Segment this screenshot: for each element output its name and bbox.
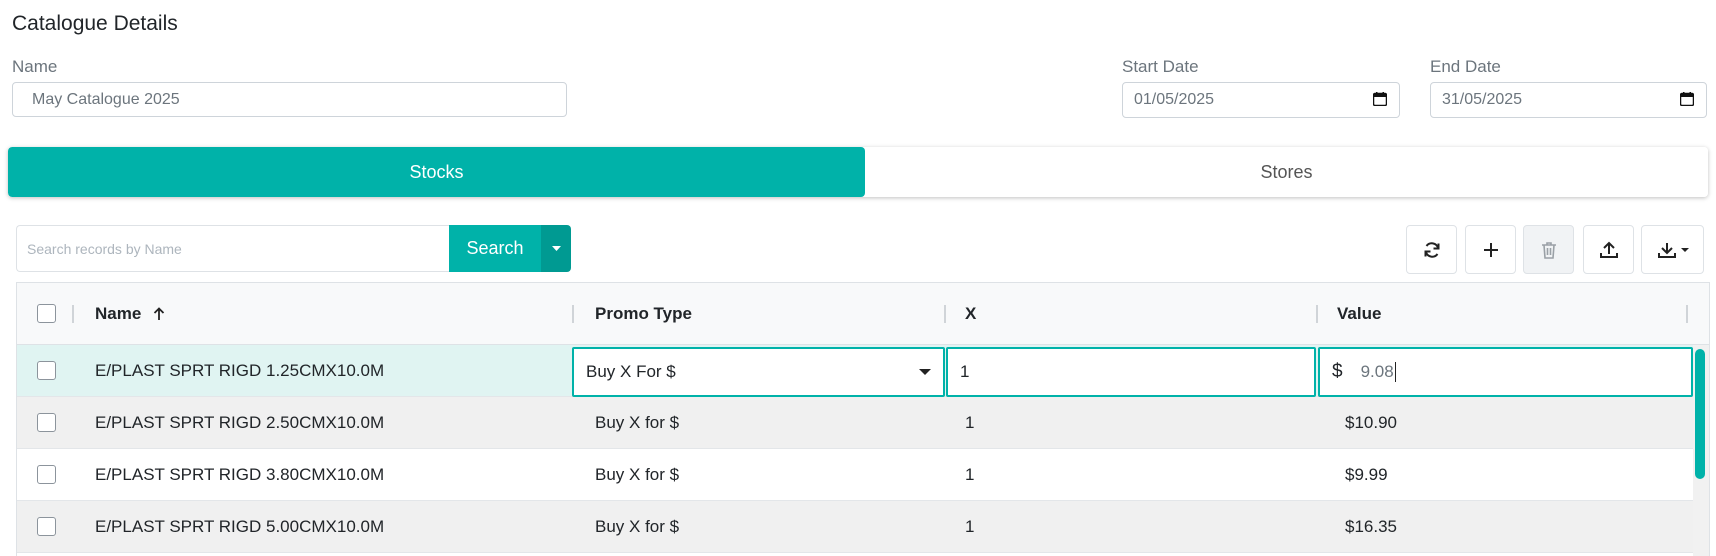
row-checkbox[interactable] (37, 465, 56, 484)
column-separator (572, 305, 574, 323)
start-date-label: Start Date (1122, 57, 1199, 76)
row-checkbox[interactable] (37, 413, 56, 432)
upload-icon (1599, 241, 1618, 258)
end-date-input[interactable]: 31/05/2025 (1430, 82, 1707, 118)
column-separator (1686, 305, 1688, 323)
promo-type-select-value: Buy X For $ (586, 362, 676, 381)
row-checkbox[interactable] (37, 517, 56, 536)
table-row[interactable]: E/PLAST SPRT RIGD 3.80CMX10.0M Buy X for… (17, 449, 1693, 501)
tab-stores[interactable]: Stores (865, 147, 1708, 197)
search-placeholder: Search records by Name (27, 240, 182, 257)
column-header-x[interactable]: X (965, 283, 976, 345)
start-date-value: 01/05/2025 (1134, 91, 1215, 108)
column-header-name[interactable]: Name (95, 283, 165, 345)
refresh-icon (1424, 241, 1439, 258)
column-header-name-label: Name (95, 304, 142, 323)
promo-type-select[interactable]: Buy X For $ (572, 347, 945, 397)
cell-promo-type: Buy X for $ (595, 412, 680, 432)
cell-value: $9.99 (1345, 464, 1388, 484)
search-input[interactable]: Search records by Name (16, 225, 450, 272)
cell-x: 1 (965, 412, 975, 432)
cell-name: E/PLAST SPRT RIGD 3.80CMX10.0M (95, 464, 385, 484)
value-input[interactable]: $ 9.08 (1318, 347, 1693, 397)
column-separator (72, 305, 74, 323)
page-title: Catalogue Details (12, 12, 178, 35)
search-options-button[interactable] (541, 225, 571, 272)
currency-prefix: $ (1332, 361, 1343, 382)
cell-name: E/PLAST SPRT RIGD 2.50CMX10.0M (95, 412, 385, 432)
download-button[interactable] (1641, 225, 1704, 274)
cell-x: 1 (965, 464, 975, 484)
end-date-value: 31/05/2025 (1442, 91, 1523, 108)
add-button[interactable] (1465, 225, 1516, 274)
value-input-value: 9.08 (1360, 362, 1394, 381)
calendar-icon[interactable] (1373, 92, 1387, 106)
table-row[interactable]: E/PLAST SPRT RIGD 5.00CMX10.0M Buy X for… (17, 501, 1693, 553)
column-header-promo-type[interactable]: Promo Type (595, 283, 692, 345)
trash-icon (1541, 241, 1556, 259)
cell-promo-type: Buy X for $ (595, 464, 680, 484)
upload-button[interactable] (1583, 225, 1634, 274)
text-cursor (1394, 362, 1396, 382)
x-input[interactable]: 1 (946, 347, 1316, 397)
caret-down-icon (919, 369, 931, 375)
row-checkbox[interactable] (37, 361, 56, 380)
refresh-button[interactable] (1406, 225, 1457, 274)
grid-header: Name Promo Type X Value (17, 283, 1709, 345)
cell-x: 1 (965, 516, 975, 536)
select-all-checkbox[interactable] (37, 304, 56, 323)
search-button[interactable]: Search (449, 225, 541, 272)
column-separator (944, 305, 946, 323)
stocks-grid: Name Promo Type X Value E/PLAST SPRT RIG… (16, 282, 1710, 556)
name-value: May Catalogue 2025 (32, 90, 180, 108)
table-row[interactable]: E/PLAST SPRT RIGD 2.50CMX10.0M Buy X for… (17, 397, 1693, 449)
scrollbar-thumb[interactable] (1695, 349, 1705, 479)
cell-promo-type: Buy X for $ (595, 516, 680, 536)
end-date-label: End Date (1430, 57, 1501, 76)
column-header-value[interactable]: Value (1337, 283, 1381, 345)
table-row-editing[interactable]: E/PLAST SPRT RIGD 1.25CMX10.0M Buy X For… (17, 345, 1693, 397)
x-input-value: 1 (960, 362, 970, 381)
caret-down-icon (1680, 247, 1689, 252)
tab-bar: Stocks Stores (8, 147, 1708, 197)
plus-icon (1483, 242, 1498, 257)
calendar-icon[interactable] (1680, 92, 1694, 106)
start-date-input[interactable]: 01/05/2025 (1122, 82, 1400, 118)
tab-stocks[interactable]: Stocks (8, 147, 865, 197)
caret-down-icon (551, 246, 561, 251)
cell-name: E/PLAST SPRT RIGD 1.25CMX10.0M (95, 360, 385, 380)
arrow-up-icon (154, 307, 165, 320)
cell-value: $10.90 (1345, 412, 1397, 432)
cell-name: E/PLAST SPRT RIGD 5.00CMX10.0M (95, 516, 385, 536)
name-input[interactable]: May Catalogue 2025 (12, 82, 567, 117)
cell-value: $16.35 (1345, 516, 1397, 536)
download-icon (1657, 242, 1676, 258)
column-separator (1316, 305, 1318, 323)
delete-button[interactable] (1523, 225, 1574, 274)
name-label: Name (12, 57, 58, 76)
